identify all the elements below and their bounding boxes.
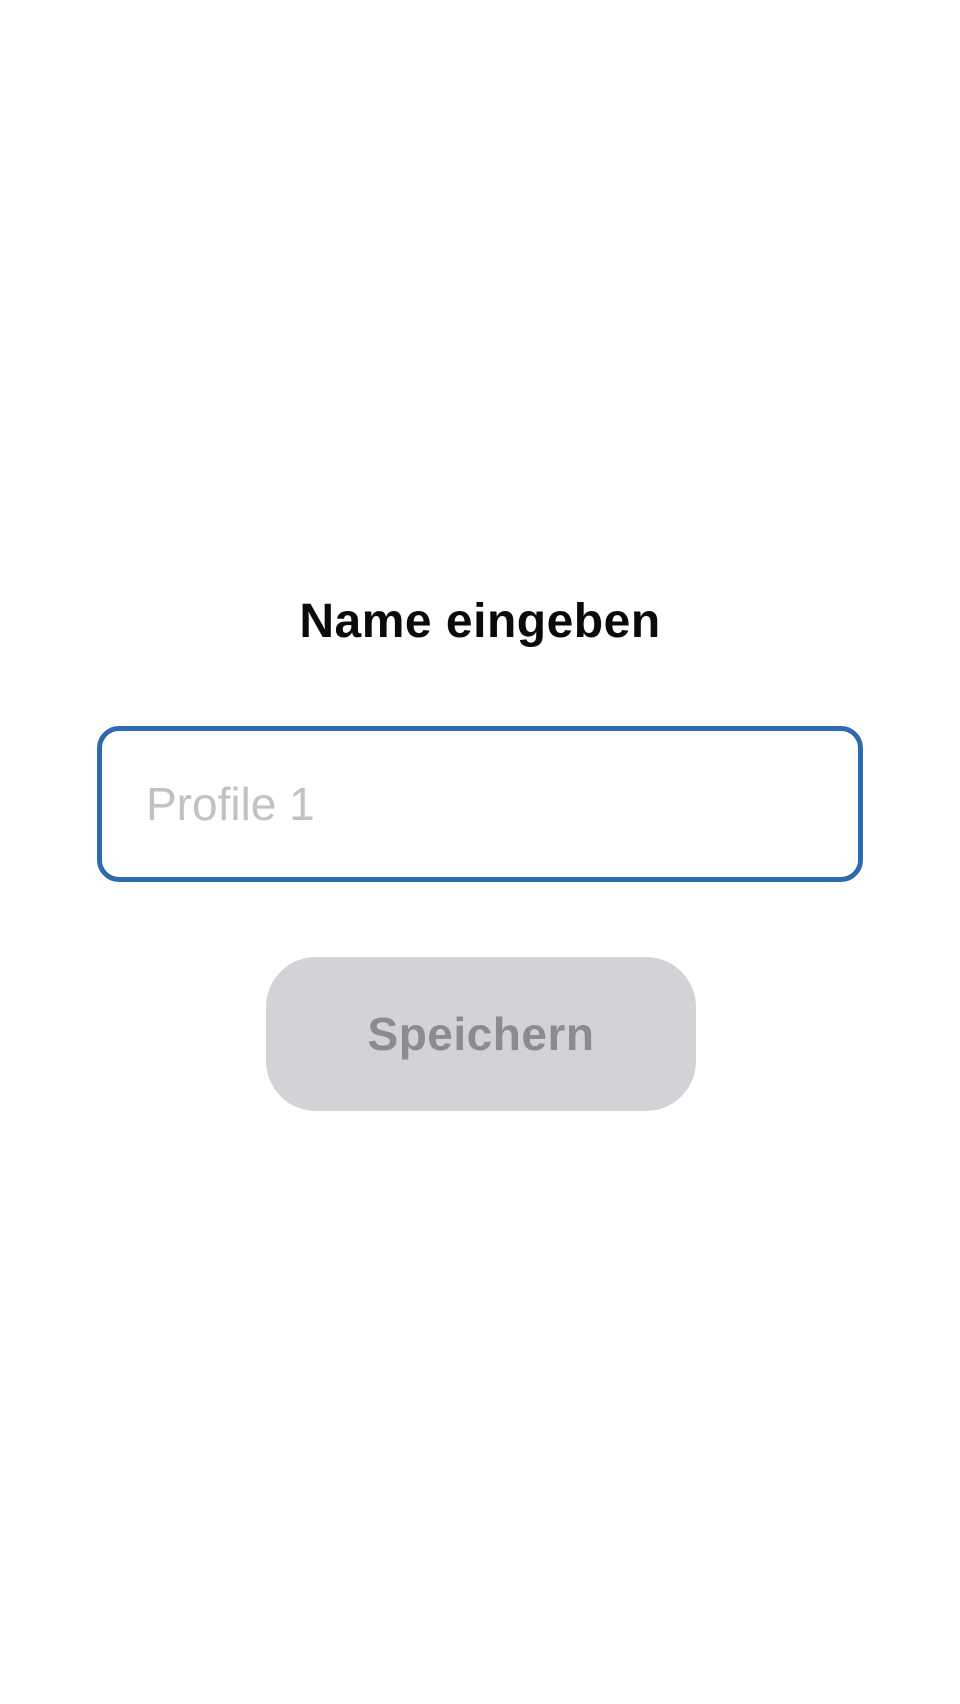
name-input[interactable] (102, 731, 858, 877)
name-field-container[interactable] (97, 726, 863, 882)
save-button[interactable]: Speichern (266, 957, 696, 1111)
page-title: Name eingeben (299, 595, 661, 648)
name-entry-screen: Name eingeben Speichern (0, 0, 960, 1704)
